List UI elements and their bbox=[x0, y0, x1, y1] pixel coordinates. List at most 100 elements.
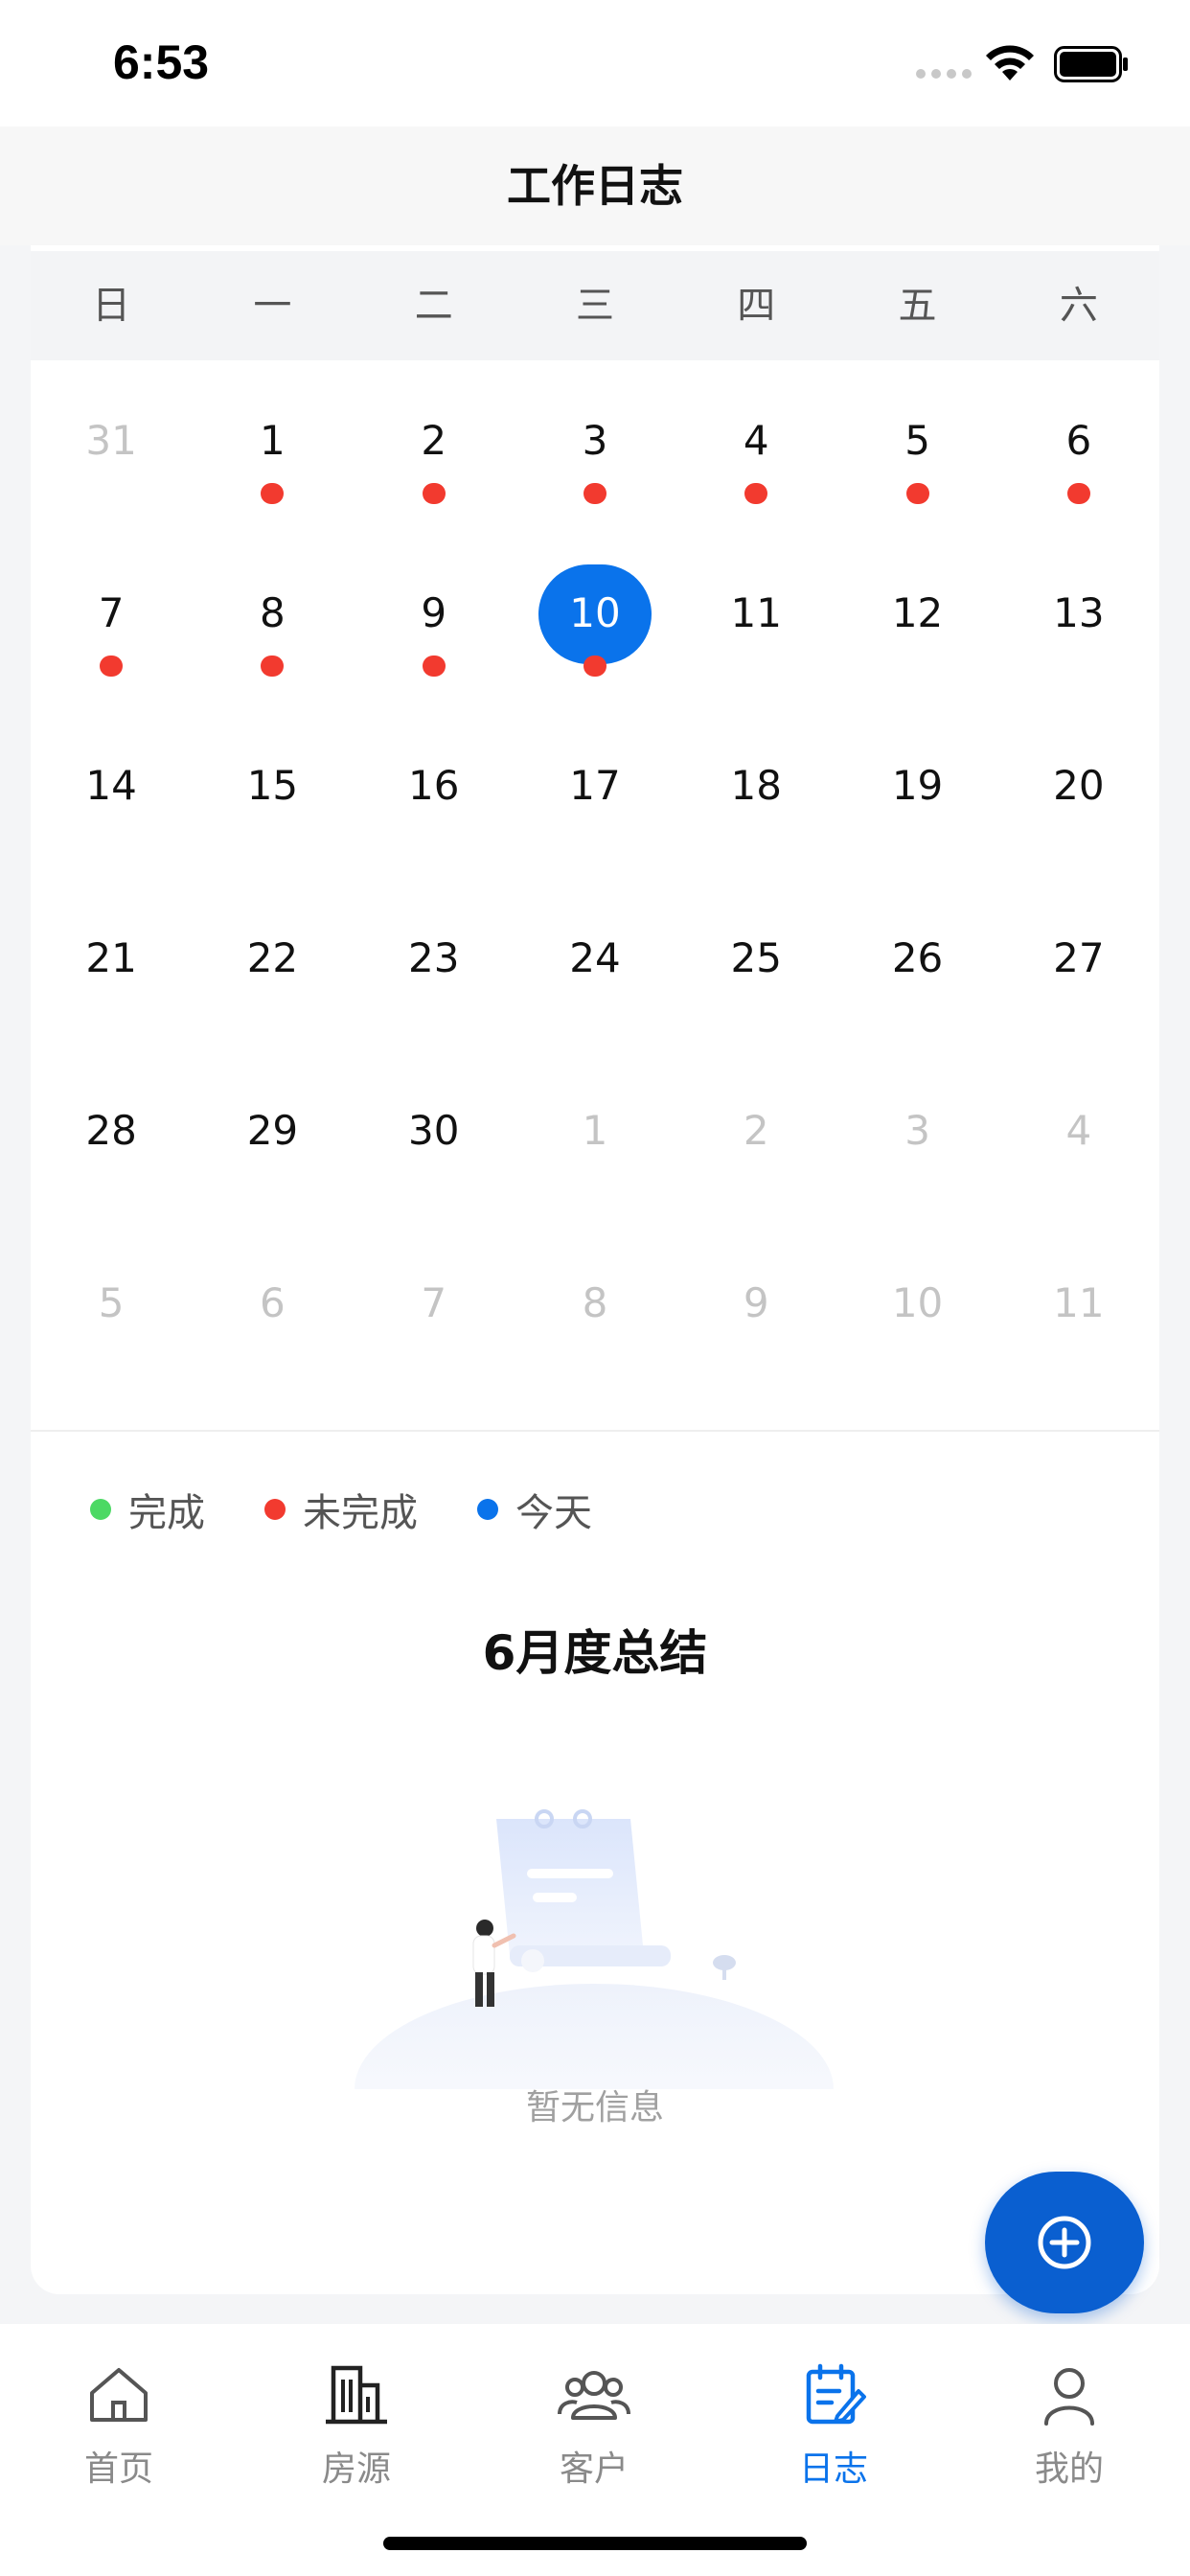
tab-label: 我的 bbox=[1034, 2450, 1104, 2489]
calendar-day[interactable]: 5 bbox=[836, 360, 997, 533]
calendar-day[interactable]: 1 bbox=[192, 360, 353, 533]
day-number: 9 bbox=[421, 589, 447, 636]
legend-label: 完成 bbox=[128, 1491, 205, 1535]
calendar-day[interactable]: 17 bbox=[515, 705, 675, 878]
incomplete-dot bbox=[422, 656, 446, 677]
calendar-day[interactable]: 29 bbox=[192, 1050, 353, 1223]
tab-clients[interactable]: 客户 bbox=[517, 2357, 671, 2491]
incomplete-dot bbox=[261, 483, 285, 504]
calendar-day[interactable]: 27 bbox=[998, 878, 1159, 1050]
day-number: 8 bbox=[260, 589, 286, 636]
calendar-day[interactable]: 28 bbox=[31, 1050, 192, 1223]
calendar-day[interactable]: 5 bbox=[31, 1223, 192, 1395]
calendar-day[interactable]: 11 bbox=[675, 533, 836, 705]
calendar-day[interactable]: 2 bbox=[354, 360, 515, 533]
weekday-label: 一 bbox=[253, 284, 292, 328]
legend-dot bbox=[477, 1499, 498, 1520]
status-bar: 6:53 bbox=[0, 0, 1190, 126]
add-log-button[interactable] bbox=[985, 2172, 1144, 2313]
calendar-day[interactable]: 4 bbox=[675, 360, 836, 533]
calendar-day[interactable]: 7 bbox=[31, 533, 192, 705]
day-number: 26 bbox=[891, 934, 944, 981]
status-time: 6:53 bbox=[113, 35, 210, 89]
calendar-day[interactable]: 15 bbox=[192, 705, 353, 878]
calendar-day-today[interactable]: 10 bbox=[515, 533, 675, 705]
log-icon bbox=[806, 2363, 866, 2425]
calendar-day[interactable]: 12 bbox=[836, 533, 997, 705]
calendar-day[interactable]: 24 bbox=[515, 878, 675, 1050]
calendar-day[interactable]: 9 bbox=[675, 1223, 836, 1395]
day-number: 10 bbox=[891, 1279, 944, 1326]
weekday-label: 三 bbox=[575, 284, 614, 328]
calendar-day[interactable]: 8 bbox=[515, 1223, 675, 1395]
home-icon bbox=[90, 2368, 148, 2422]
day-number: 6 bbox=[1065, 417, 1092, 464]
day-number: 14 bbox=[85, 762, 137, 809]
calendar-grid: 31 1 2 3 4 5 6 7 8 9 10 11 12 13 14 15 16 17 18 19 20 21 22 23 2… bbox=[31, 360, 1159, 1395]
wifi-icon bbox=[986, 45, 1034, 80]
calendar-day[interactable]: 14 bbox=[31, 705, 192, 878]
day-number: 21 bbox=[85, 934, 137, 981]
calendar-day[interactable]: 9 bbox=[354, 533, 515, 705]
tab-log[interactable]: 日志 bbox=[757, 2357, 910, 2491]
day-number: 23 bbox=[407, 934, 460, 981]
divider bbox=[31, 1430, 1159, 1432]
calendar-day[interactable]: 13 bbox=[998, 533, 1159, 705]
day-number: 29 bbox=[246, 1107, 299, 1154]
user-icon bbox=[1044, 2368, 1094, 2426]
calendar-day[interactable]: 1 bbox=[515, 1050, 675, 1223]
calendar-day[interactable]: 11 bbox=[998, 1223, 1159, 1395]
day-number: 3 bbox=[582, 417, 608, 464]
tab-listings[interactable]: 房源 bbox=[280, 2357, 433, 2491]
day-number: 5 bbox=[904, 417, 930, 464]
day-number: 22 bbox=[246, 934, 299, 981]
cellular-signal-icon bbox=[916, 69, 973, 80]
calendar-day[interactable]: 25 bbox=[675, 878, 836, 1050]
day-number: 2 bbox=[421, 417, 447, 464]
day-number: 18 bbox=[730, 762, 782, 809]
weekday-label: 日 bbox=[92, 284, 131, 328]
users-icon bbox=[558, 2371, 630, 2420]
calendar-day[interactable]: 21 bbox=[31, 878, 192, 1050]
calendar-day[interactable]: 20 bbox=[998, 705, 1159, 878]
weekday-header: 日一二三四五六 bbox=[31, 251, 1159, 360]
calendar-day[interactable]: 10 bbox=[836, 1223, 997, 1395]
calendar-day[interactable]: 6 bbox=[998, 360, 1159, 533]
calendar-day[interactable]: 22 bbox=[192, 878, 353, 1050]
calendar-day[interactable]: 18 bbox=[675, 705, 836, 878]
calendar-day[interactable]: 23 bbox=[354, 878, 515, 1050]
weekday-label: 四 bbox=[737, 284, 776, 328]
battery-icon bbox=[1054, 46, 1128, 82]
calendar-day[interactable]: 2 bbox=[675, 1050, 836, 1223]
tab-label: 客户 bbox=[559, 2450, 629, 2489]
calendar-day[interactable]: 30 bbox=[354, 1050, 515, 1223]
incomplete-dot bbox=[100, 656, 124, 677]
empty-state-illustration bbox=[355, 1809, 834, 2089]
calendar-day[interactable]: 19 bbox=[836, 705, 997, 878]
empty-state-text: 暂无信息 bbox=[525, 2088, 664, 2128]
day-number: 13 bbox=[1053, 589, 1105, 636]
tab-label: 首页 bbox=[83, 2450, 153, 2489]
calendar-day[interactable]: 7 bbox=[354, 1223, 515, 1395]
day-number: 1 bbox=[582, 1107, 608, 1154]
legend-item: 未完成 bbox=[264, 1482, 418, 1537]
calendar-day[interactable]: 6 bbox=[192, 1223, 353, 1395]
home-indicator bbox=[383, 2537, 807, 2550]
day-number: 1 bbox=[260, 417, 286, 464]
day-number: 31 bbox=[85, 417, 137, 464]
calendar-day[interactable]: 8 bbox=[192, 533, 353, 705]
calendar-day[interactable]: 26 bbox=[836, 878, 997, 1050]
tab-home[interactable]: 首页 bbox=[42, 2357, 195, 2491]
tab-label: 日志 bbox=[798, 2450, 868, 2489]
nav-bar: 工作日志 bbox=[0, 126, 1190, 245]
incomplete-dot bbox=[905, 483, 929, 504]
calendar-day[interactable]: 16 bbox=[354, 705, 515, 878]
calendar-day[interactable]: 3 bbox=[836, 1050, 997, 1223]
legend-label: 今天 bbox=[515, 1491, 592, 1535]
calendar-day[interactable]: 3 bbox=[515, 360, 675, 533]
day-number: 9 bbox=[743, 1279, 769, 1326]
calendar-day[interactable]: 4 bbox=[998, 1050, 1159, 1223]
calendar-day[interactable]: 31 bbox=[31, 360, 192, 533]
day-number: 16 bbox=[407, 762, 460, 809]
tab-mine[interactable]: 我的 bbox=[993, 2357, 1146, 2491]
